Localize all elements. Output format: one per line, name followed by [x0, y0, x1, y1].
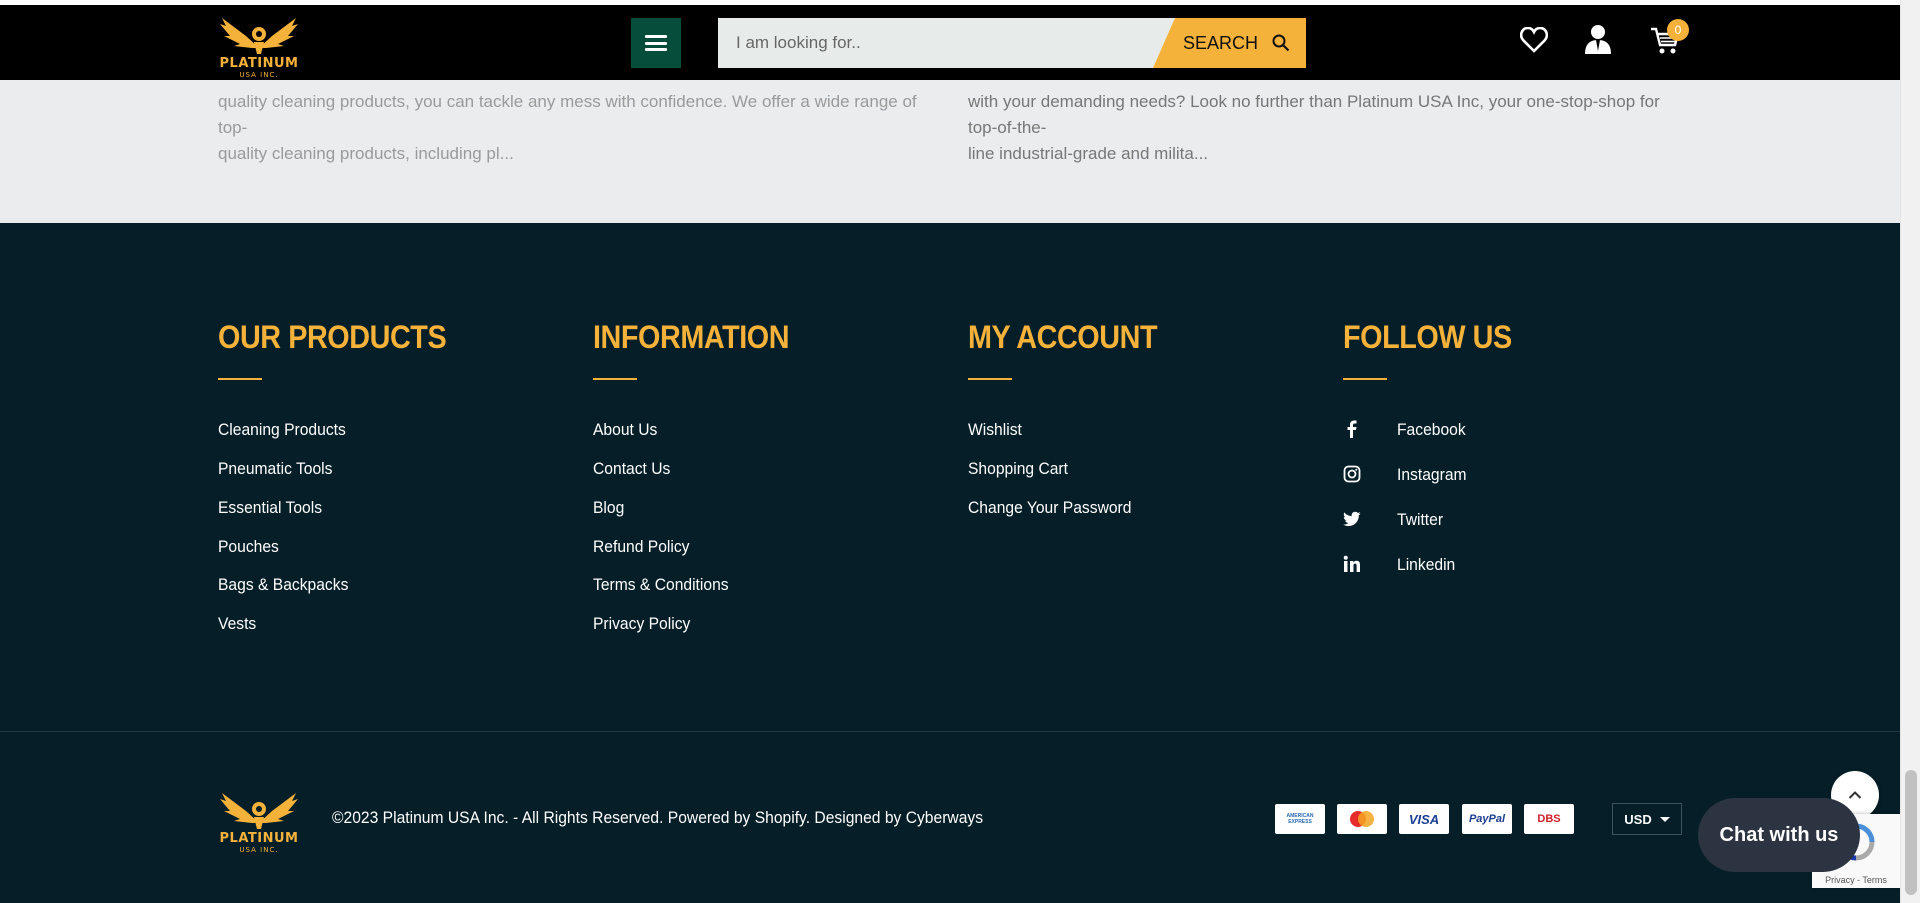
facebook-icon[interactable]	[1343, 420, 1361, 438]
site-header: PLATINUM USA INC. SEARCH	[0, 5, 1900, 80]
footer-link-cleaning-products[interactable]: Cleaning Products	[218, 420, 346, 440]
blog-excerpt-cleaning: quality cleaning products, you can tackl…	[218, 89, 918, 167]
heart-icon[interactable]	[1520, 27, 1548, 53]
page: PLATINUM USA INC. SEARCH	[0, 0, 1920, 903]
copyright-text: ©2023 Platinum USA Inc. - All Rights Res…	[332, 808, 984, 827]
footer-logo-sub: USA INC.	[239, 846, 279, 854]
excerpt-line: quality cleaning products, including pl.…	[218, 144, 514, 163]
footer-divider	[0, 731, 1900, 732]
dbs-icon: DBS	[1524, 804, 1574, 834]
page-scrollbar[interactable]	[1900, 0, 1920, 903]
footer-link-refund-policy[interactable]: Refund Policy	[593, 537, 689, 557]
footer-link-change-password[interactable]: Change Your Password	[968, 498, 1131, 518]
eagle-logo-icon	[220, 18, 298, 54]
footer-link-essential-tools[interactable]: Essential Tools	[218, 498, 322, 518]
footer-heading-information: INFORMATION	[593, 319, 790, 355]
cart-count-badge: 0	[1667, 19, 1689, 41]
footer-heading-products: OUR PRODUCTS	[218, 319, 447, 355]
footer-link-pneumatic-tools[interactable]: Pneumatic Tools	[218, 459, 332, 479]
chevron-up-icon	[1848, 791, 1862, 799]
footer-heading-my-account: MY ACCOUNT	[968, 319, 1158, 355]
footer-logo[interactable]: PLATINUM USA INC.	[216, 787, 302, 854]
excerpt-line: line industrial-grade and milita...	[968, 144, 1209, 163]
footer-link-shopping-cart[interactable]: Shopping Cart	[968, 459, 1068, 479]
footer-link-terms[interactable]: Terms & Conditions	[593, 575, 729, 595]
footer-link-wishlist[interactable]: Wishlist	[968, 420, 1022, 440]
linkedin-icon[interactable]	[1343, 555, 1361, 573]
heading-underline	[218, 378, 262, 380]
user-icon[interactable]	[1584, 24, 1612, 54]
excerpt-line: with your demanding needs? Look no furth…	[968, 92, 1660, 137]
paypal-icon: PayPal	[1462, 804, 1512, 834]
search-input[interactable]	[718, 18, 1178, 68]
excerpt-line: quality cleaning products, you can tackl…	[218, 92, 917, 137]
twitter-icon[interactable]	[1343, 510, 1361, 528]
blog-excerpt-gear: with your demanding needs? Look no furth…	[968, 89, 1678, 167]
footer-link-bags-backpacks[interactable]: Bags & Backpacks	[218, 575, 348, 595]
search-icon	[1272, 34, 1290, 52]
footer-link-linkedin[interactable]: Linkedin	[1397, 555, 1455, 575]
footer-logo-name: PLATINUM	[219, 831, 299, 846]
heading-underline	[593, 378, 637, 380]
footer-link-facebook[interactable]: Facebook	[1397, 420, 1466, 440]
mastercard-logo-icon	[1350, 811, 1374, 827]
footer-link-contact-us[interactable]: Contact Us	[593, 459, 670, 479]
search-button-label: SEARCH	[1182, 32, 1258, 53]
footer-link-vests[interactable]: Vests	[218, 614, 256, 634]
currency-selector[interactable]: USD	[1612, 803, 1682, 835]
chat-with-us-button[interactable]: Chat with us	[1698, 798, 1860, 872]
hamburger-menu-icon	[645, 35, 667, 51]
visa-icon: VISA	[1399, 804, 1449, 834]
heading-underline	[1343, 378, 1387, 380]
amex-icon: AMERICAN EXPRESS	[1275, 804, 1325, 834]
header-logo-name: PLATINUM	[219, 56, 299, 71]
search-button[interactable]: SEARCH	[1153, 18, 1306, 68]
footer-link-blog[interactable]: Blog	[593, 498, 624, 518]
menu-button[interactable]	[631, 18, 681, 68]
scrollbar-thumb[interactable]	[1905, 770, 1917, 895]
header-logo[interactable]: PLATINUM USA INC.	[216, 12, 302, 79]
instagram-icon[interactable]	[1343, 465, 1361, 483]
footer-link-pouches[interactable]: Pouches	[218, 537, 279, 557]
footer-link-twitter[interactable]: Twitter	[1397, 510, 1443, 530]
mastercard-icon	[1337, 804, 1387, 834]
eagle-logo-icon	[220, 793, 298, 829]
currency-value: USD	[1624, 811, 1652, 827]
site-footer: OUR PRODUCTS Cleaning Products Pneumatic…	[0, 223, 1900, 903]
search-bar: SEARCH	[718, 18, 1306, 68]
recaptcha-links[interactable]: Privacy - Terms	[1812, 875, 1900, 885]
heading-underline	[968, 378, 1012, 380]
chevron-down-icon	[1659, 816, 1670, 822]
footer-link-about-us[interactable]: About Us	[593, 420, 657, 440]
header-logo-sub: USA INC.	[239, 71, 279, 79]
footer-link-instagram[interactable]: Instagram	[1397, 465, 1467, 485]
footer-heading-follow-us: FOLLOW US	[1343, 319, 1512, 355]
footer-link-privacy-policy[interactable]: Privacy Policy	[593, 614, 690, 634]
